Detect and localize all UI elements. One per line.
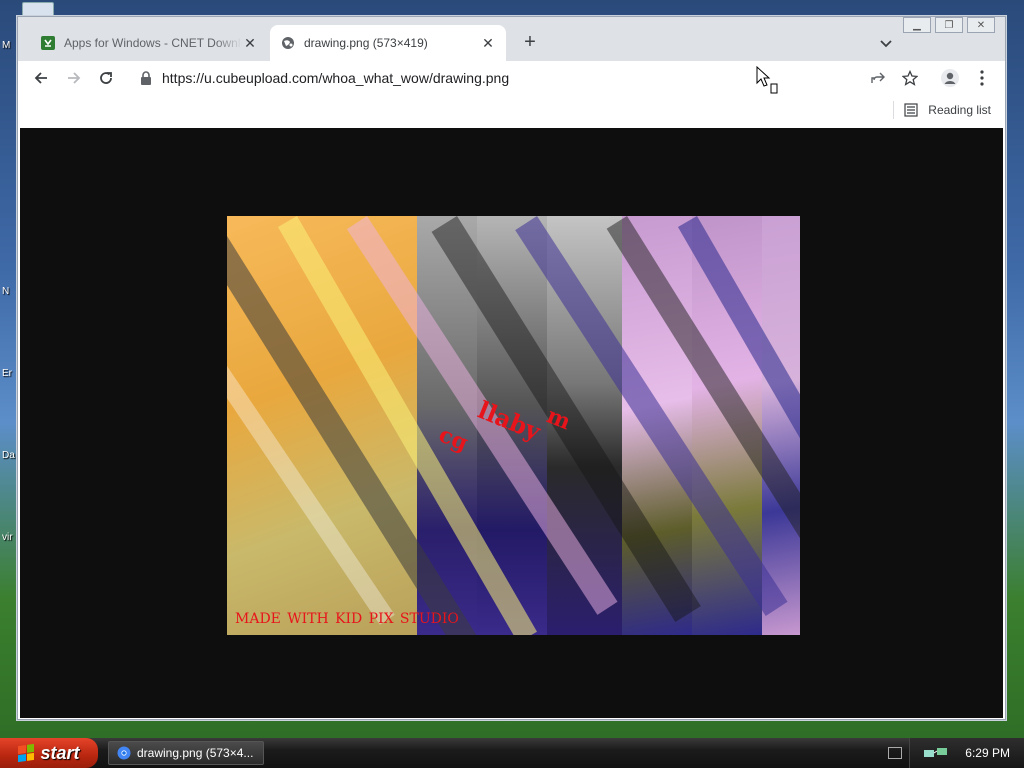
browser-toolbar: https://u.cubeupload.com/whoa_what_wow/d…	[18, 61, 1005, 95]
forward-button[interactable]	[63, 67, 85, 89]
network-icon	[924, 748, 948, 757]
drawing-image: cg llaby m made with kid pix studio	[227, 216, 800, 635]
maximize-button[interactable]: ❐	[935, 17, 963, 33]
forward-arrow-icon	[68, 72, 81, 84]
tab-strip: Apps for Windows - CNET Download ✕ drawi…	[18, 17, 1005, 61]
lock-icon[interactable]	[140, 71, 156, 85]
new-tab-button[interactable]: +	[518, 31, 542, 55]
close-tab-icon[interactable]: ✕	[480, 35, 496, 52]
windows-logo-icon	[18, 743, 35, 763]
reading-list-icon	[904, 103, 918, 117]
bookmark-star-icon[interactable]	[901, 69, 919, 87]
divider	[893, 101, 895, 119]
tab-title: drawing.png (573×419)	[304, 36, 428, 50]
reload-icon	[100, 72, 112, 84]
taskbar: start drawing.png (573×4... 6:29 PM	[0, 738, 1024, 768]
page-viewport: cg llaby m made with kid pix studio	[20, 128, 1003, 718]
tab-search-chevron-icon[interactable]	[878, 35, 894, 51]
tab-cnet[interactable]: Apps for Windows - CNET Download ✕	[30, 25, 268, 61]
bookmarks-bar: Reading list	[18, 95, 1005, 127]
reading-list-label[interactable]: Reading list	[928, 103, 991, 117]
window-controls: ▁ ❐ ✕	[903, 17, 995, 33]
minimize-button[interactable]: ▁	[903, 17, 931, 33]
desktop-label[interactable]: Da	[2, 450, 15, 461]
tab-title: Apps for Windows - CNET Download	[64, 36, 242, 50]
globe-icon	[280, 35, 296, 51]
mouse-cursor-icon	[756, 66, 778, 94]
url-text[interactable]: https://u.cubeupload.com/whoa_what_wow/d…	[162, 70, 509, 86]
menu-kebab-icon[interactable]	[973, 69, 991, 87]
profile-avatar-icon[interactable]	[941, 69, 959, 87]
chrome-icon	[117, 746, 131, 760]
kid-pix-caption: made with kid pix studio	[235, 604, 459, 628]
system-tray: 6:29 PM	[909, 738, 1024, 768]
reload-button[interactable]	[95, 67, 117, 89]
taskbar-item-chrome[interactable]: drawing.png (573×4...	[108, 741, 264, 765]
share-icon[interactable]	[869, 69, 887, 87]
close-tab-icon[interactable]: ✕	[242, 35, 258, 52]
start-button[interactable]: start	[0, 738, 98, 768]
desktop-label[interactable]: N	[2, 286, 9, 297]
start-label: start	[40, 742, 80, 763]
desktop-label[interactable]: vir	[2, 532, 13, 543]
back-button[interactable]	[30, 67, 52, 89]
cnet-download-icon	[40, 35, 56, 51]
clock[interactable]: 6:29 PM	[965, 746, 1010, 760]
tab-drawing[interactable]: drawing.png (573×419) ✕	[270, 25, 506, 61]
back-arrow-icon	[34, 72, 47, 84]
taskbar-item-label: drawing.png (573×4...	[137, 746, 254, 760]
desktop-label[interactable]: M	[2, 40, 10, 51]
desktop-label[interactable]: Er	[2, 368, 12, 379]
close-window-button[interactable]: ✕	[967, 17, 995, 33]
browser-window: Apps for Windows - CNET Download ✕ drawi…	[17, 16, 1006, 720]
keyboard-icon[interactable]	[888, 747, 902, 759]
reading-list-button[interactable]: Reading list	[893, 101, 991, 119]
